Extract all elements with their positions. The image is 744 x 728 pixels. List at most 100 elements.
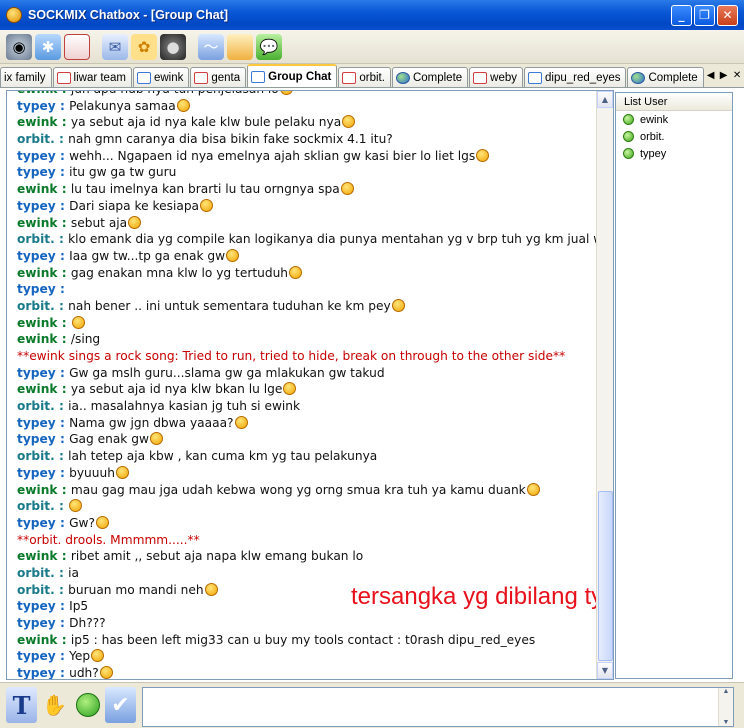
tab-next-icon[interactable]: ▶ [720,70,728,81]
tab-orbit-[interactable]: orbit. [338,67,391,87]
chat-message: ewink : gag enakan mna klw lo yg tertudu… [17,265,602,282]
message-text: ip5 : has been left mig33 can u buy my t… [70,632,536,647]
chat-message: typey : Gw? [17,515,602,532]
online-status-icon [623,131,634,142]
tab-label: Complete [412,71,463,84]
nick-ewink[interactable]: ewink [17,115,57,129]
chat-message: typey : udh? [17,665,602,679]
nick-orbit[interactable]: orbit. [17,449,55,463]
message-text: juh apu hub nya tuh penjelasan lo [71,91,279,96]
nick-typey[interactable]: typey [17,199,56,213]
tab-ix-family[interactable]: ix family [0,67,52,87]
emoticon-icon[interactable] [227,33,253,60]
connect-icon[interactable]: ◉ [6,33,32,60]
nick-ewink[interactable]: ewink [17,266,57,280]
message-text: ya sebut aja id nya klw bkan lu lge [70,382,283,397]
media-icon[interactable]: ● [160,33,186,60]
nick-typey[interactable]: typey [17,432,56,446]
nick-orbit[interactable]: orbit. [17,583,55,597]
nick-typey[interactable]: typey [17,649,56,663]
nick-ewink[interactable]: ewink [17,483,57,497]
mail-icon[interactable]: ✉ [102,33,128,60]
nick-ewink[interactable]: ewink [17,382,57,396]
nick-ewink[interactable]: ewink [17,549,57,563]
send-check-icon[interactable]: ✔ [105,687,136,723]
nick-orbit[interactable]: orbit. [17,566,55,580]
nick-typey[interactable]: typey [17,149,56,163]
input-area: T ✋ ✔ ▲ ▼ [0,682,744,728]
nick-ewink[interactable]: ewink [17,182,57,196]
tab-ewink[interactable]: ewink [132,67,190,87]
calendar-icon[interactable] [64,33,90,60]
nick-typey[interactable]: typey [17,416,56,430]
annotation-label: tersangka yg dibilang typey [351,583,614,610]
tab-close-icon[interactable]: ✕ [733,70,741,81]
user-list: List User ewink orbit. typey [615,92,733,679]
chat-message: typey : Yep [17,648,602,665]
chat-message: orbit. : ia.. masalahnya kasian jg tuh s… [17,399,301,414]
tab-complete[interactable]: Complete [627,67,704,87]
nick-typey[interactable]: typey [17,466,56,480]
message-text: byuuuh [69,465,115,480]
tab-label: ix family [4,71,46,84]
message-text: Dari siapa ke kesiapa [69,198,200,213]
message-input[interactable]: ▲ ▼ [142,687,734,727]
smiley-emoticon-icon [234,415,248,429]
input-scrollbar[interactable]: ▲ ▼ [718,688,733,726]
nick-typey[interactable]: typey [17,99,56,113]
nick-ewink[interactable]: ewink [17,633,57,647]
tab-complete[interactable]: Complete [391,67,469,87]
message-text: ya sebut aja id nya kale klw bule pelaku… [70,115,342,130]
tab-liwar-team[interactable]: liwar team [52,67,132,87]
nick-ewink[interactable]: ewink [17,91,57,96]
chart-icon[interactable]: 〜 [198,33,224,60]
nick-orbit[interactable]: orbit. [17,132,55,146]
tab-prev-icon[interactable]: ◀ [707,70,715,81]
chat-message: typey : Iaa gw tw...tp ga enak gw [17,248,602,265]
nick-typey[interactable]: typey [17,666,56,679]
nick-typey[interactable]: typey [17,249,56,263]
user-item[interactable]: orbit. [616,128,732,145]
message-text: Ip5 [69,599,89,614]
chat-message: orbit. : nah bener .. ini untuk sementar… [17,298,602,315]
nick-typey[interactable]: typey [17,165,56,179]
user-item[interactable]: ewink [616,111,732,128]
nick-typey[interactable]: typey [17,282,56,296]
scroll-thumb[interactable] [598,491,613,661]
nick-orbit[interactable]: orbit. [17,399,55,413]
chat-bubble-icon[interactable]: 💬 [256,33,282,60]
tab-group-chat[interactable]: Group Chat [247,64,338,87]
chat-message: ewink : lu tau imelnya kan brarti lu tau… [17,181,602,198]
close-button[interactable]: ✕ [717,4,738,26]
scroll-up-arrow-icon[interactable]: ▲ [597,91,613,108]
message-text: itu gw ga tw guru [69,165,177,180]
tab-weby[interactable]: weby [469,67,524,87]
nick-ewink[interactable]: ewink [17,216,57,230]
nick-orbit[interactable]: orbit. [17,232,55,246]
chat-scrollbar[interactable]: ▲ ▼ [596,91,613,679]
nick-orbit[interactable]: orbit. [17,299,55,313]
tab-genta[interactable]: genta [190,67,247,87]
emoticon-picker-icon[interactable] [72,687,103,723]
nick-ewink[interactable]: ewink [17,316,57,330]
tab-dipu-red-eyes[interactable]: dipu_red_eyes [524,67,627,87]
scroll-down-arrow-icon[interactable]: ▼ [597,662,613,679]
chat-message: typey : [17,282,65,297]
nick-typey[interactable]: typey [17,516,56,530]
nick-typey[interactable]: typey [17,366,56,380]
font-format-icon[interactable]: T [6,687,37,723]
minimize-button[interactable]: _ [671,4,692,26]
nick-ewink[interactable]: ewink [17,332,57,346]
maximize-button[interactable]: ❐ [694,4,715,26]
smiley-emoticon-icon [391,298,405,312]
flower-icon[interactable]: ✿ [131,33,157,60]
nudge-icon[interactable]: ✋ [39,687,70,723]
message-text: wehh... Ngapaen id nya emelnya ajah skli… [69,148,476,163]
user-item[interactable]: typey [616,145,732,162]
nick-typey[interactable]: typey [17,599,56,613]
message-text: nah bener .. ini untuk sementara tuduhan… [68,298,391,313]
nick-orbit[interactable]: orbit. [17,499,55,513]
chat-icon [194,71,209,84]
nick-typey[interactable]: typey [17,616,56,630]
settings-icon[interactable]: ✱ [35,33,61,60]
